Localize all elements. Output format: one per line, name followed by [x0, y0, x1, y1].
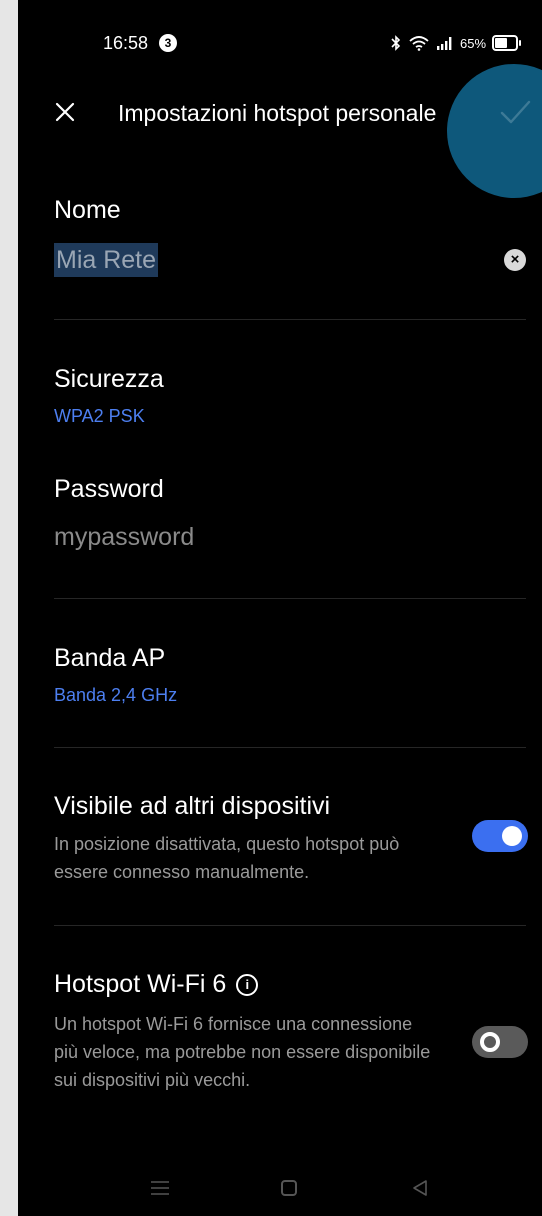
wifi6-description: Un hotspot Wi-Fi 6 fornisce una connessi…: [54, 1014, 431, 1090]
battery-fill: [495, 38, 507, 48]
wifi6-label-row: Hotspot Wi-Fi 6 i: [54, 970, 259, 999]
divider: [54, 747, 526, 748]
password-label: Password: [54, 475, 164, 503]
visibile-label: Visibile ad altri dispositivi: [54, 792, 331, 820]
sicurezza-value[interactable]: WPA2 PSK: [54, 406, 145, 427]
banda-ap-value[interactable]: Banda 2,4 GHz: [54, 685, 177, 706]
check-icon[interactable]: [498, 97, 532, 127]
status-time: 16:58: [103, 33, 149, 53]
tap-highlight: [447, 64, 542, 198]
phone-screen: 16:58 3 65% Impostazioni hotspot persona…: [18, 0, 542, 1216]
back-icon[interactable]: [410, 1178, 430, 1198]
visibile-toggle[interactable]: [472, 820, 528, 852]
nome-input[interactable]: Mia Rete: [54, 243, 159, 277]
toggle-knob: [502, 826, 522, 846]
menu-icon[interactable]: [150, 1180, 170, 1196]
info-icon[interactable]: i: [236, 973, 259, 996]
notification-badge: 3: [159, 34, 177, 52]
wifi-icon: [409, 36, 429, 51]
bluetooth-icon: [391, 35, 401, 51]
battery-icon: [492, 35, 522, 51]
signal-icon: [437, 37, 452, 50]
wifi6-toggle[interactable]: [472, 1026, 528, 1058]
divider: [54, 598, 526, 599]
nome-label: Nome: [54, 196, 121, 224]
password-input[interactable]: mypassword: [54, 523, 194, 552]
battery-percent: 65%: [460, 35, 487, 51]
close-icon[interactable]: [52, 99, 78, 125]
page-title: Impostazioni hotspot personale: [118, 100, 437, 126]
status-icons: 65%: [390, 32, 522, 54]
clear-icon[interactable]: ×: [504, 249, 526, 271]
divider: [54, 925, 526, 926]
divider: [54, 319, 526, 320]
sicurezza-label[interactable]: Sicurezza: [54, 365, 164, 394]
toggle-knob: [480, 1032, 500, 1052]
wifi6-label: Hotspot Wi-Fi 6: [54, 970, 227, 998]
banda-ap-label[interactable]: Banda AP: [54, 644, 165, 673]
visibile-description: In posizione disattivata, questo hotspot…: [54, 834, 400, 882]
home-icon[interactable]: [281, 1180, 297, 1196]
